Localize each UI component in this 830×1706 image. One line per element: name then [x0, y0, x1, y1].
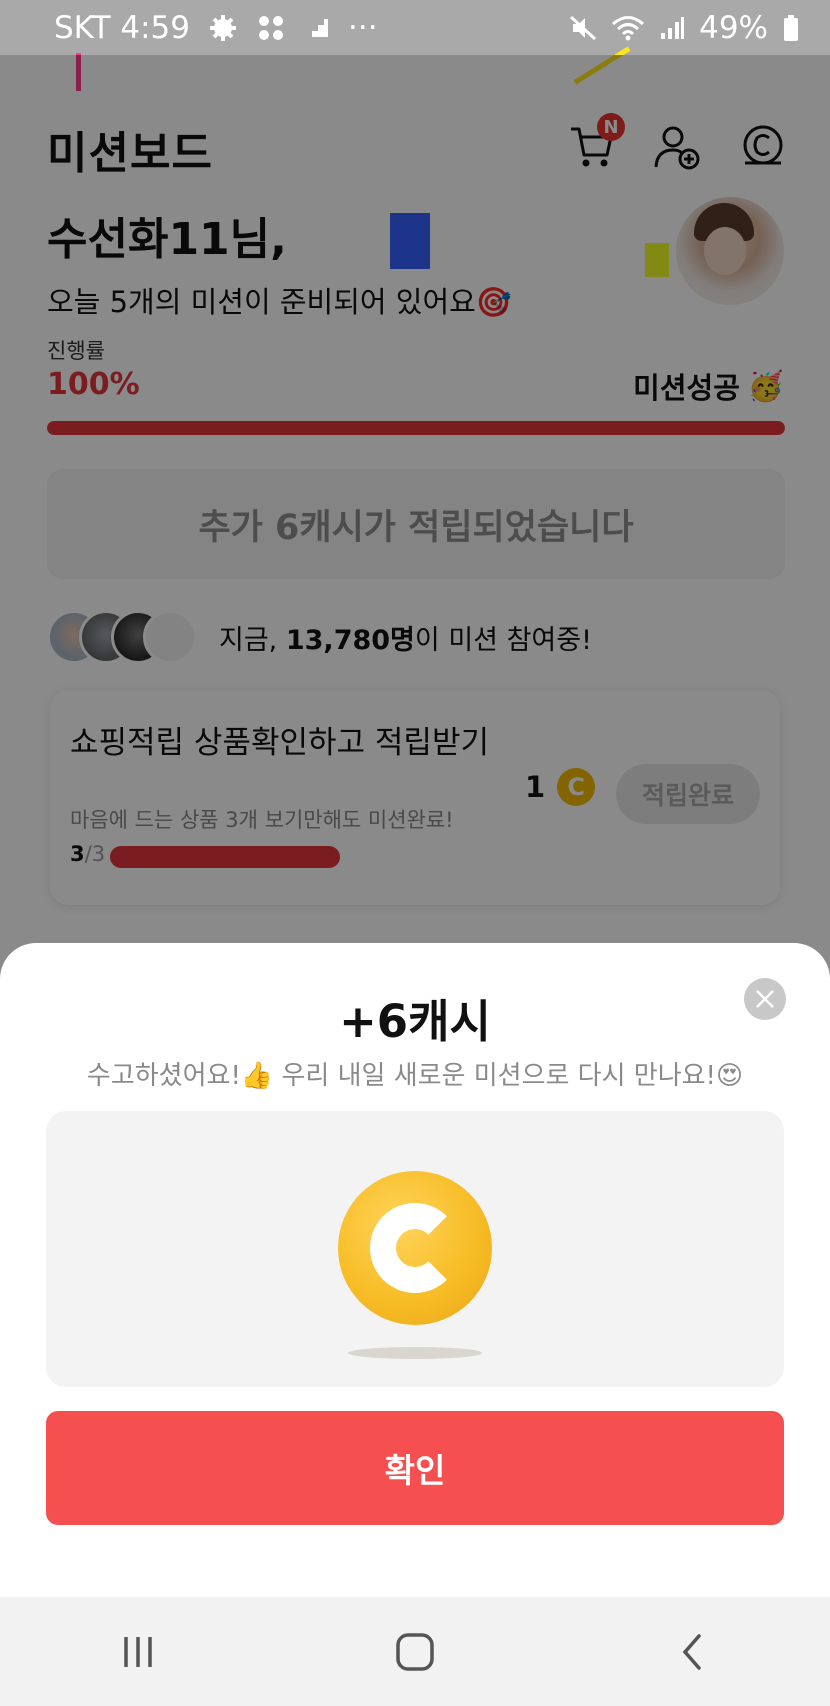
coin-shadow — [348, 1347, 482, 1359]
home-button[interactable] — [355, 1612, 475, 1692]
sheet-subtitle: 수고하셨어요!👍 우리 내일 새로운 미션으로 다시 만나요!😍 — [86, 1061, 744, 1091]
more-dots: ··· — [348, 9, 378, 46]
back-icon — [682, 1633, 701, 1670]
recent-apps-button[interactable] — [78, 1612, 198, 1692]
confirm-button[interactable]: 확인 — [46, 1411, 784, 1525]
carrier-time: SKT 4:59 — [54, 9, 191, 46]
wifi-icon — [611, 15, 645, 41]
stairs-icon — [304, 17, 330, 39]
coin-illustration-box — [46, 1111, 784, 1387]
home-icon — [396, 1632, 434, 1671]
reward-sheet: +6캐시 수고하셨어요!👍 우리 내일 새로운 미션으로 다시 만나요!😍 확인 — [0, 943, 830, 1597]
battery-icon — [782, 14, 800, 42]
battery-percent: 49% — [699, 9, 768, 46]
gear-notification-icon — [208, 13, 238, 43]
recent-apps-icon — [124, 1636, 153, 1667]
signal-icon — [659, 15, 685, 41]
app-grid-icon — [256, 13, 286, 43]
sheet-title: +6캐시 — [339, 995, 491, 1048]
cash-coin-icon — [338, 1171, 492, 1325]
mute-icon — [569, 15, 597, 41]
coin-c-mark — [370, 1203, 460, 1293]
back-button[interactable] — [632, 1612, 752, 1692]
status-bar: SKT 4:59 ··· 49% — [0, 0, 830, 55]
system-nav-bar — [0, 1597, 830, 1706]
